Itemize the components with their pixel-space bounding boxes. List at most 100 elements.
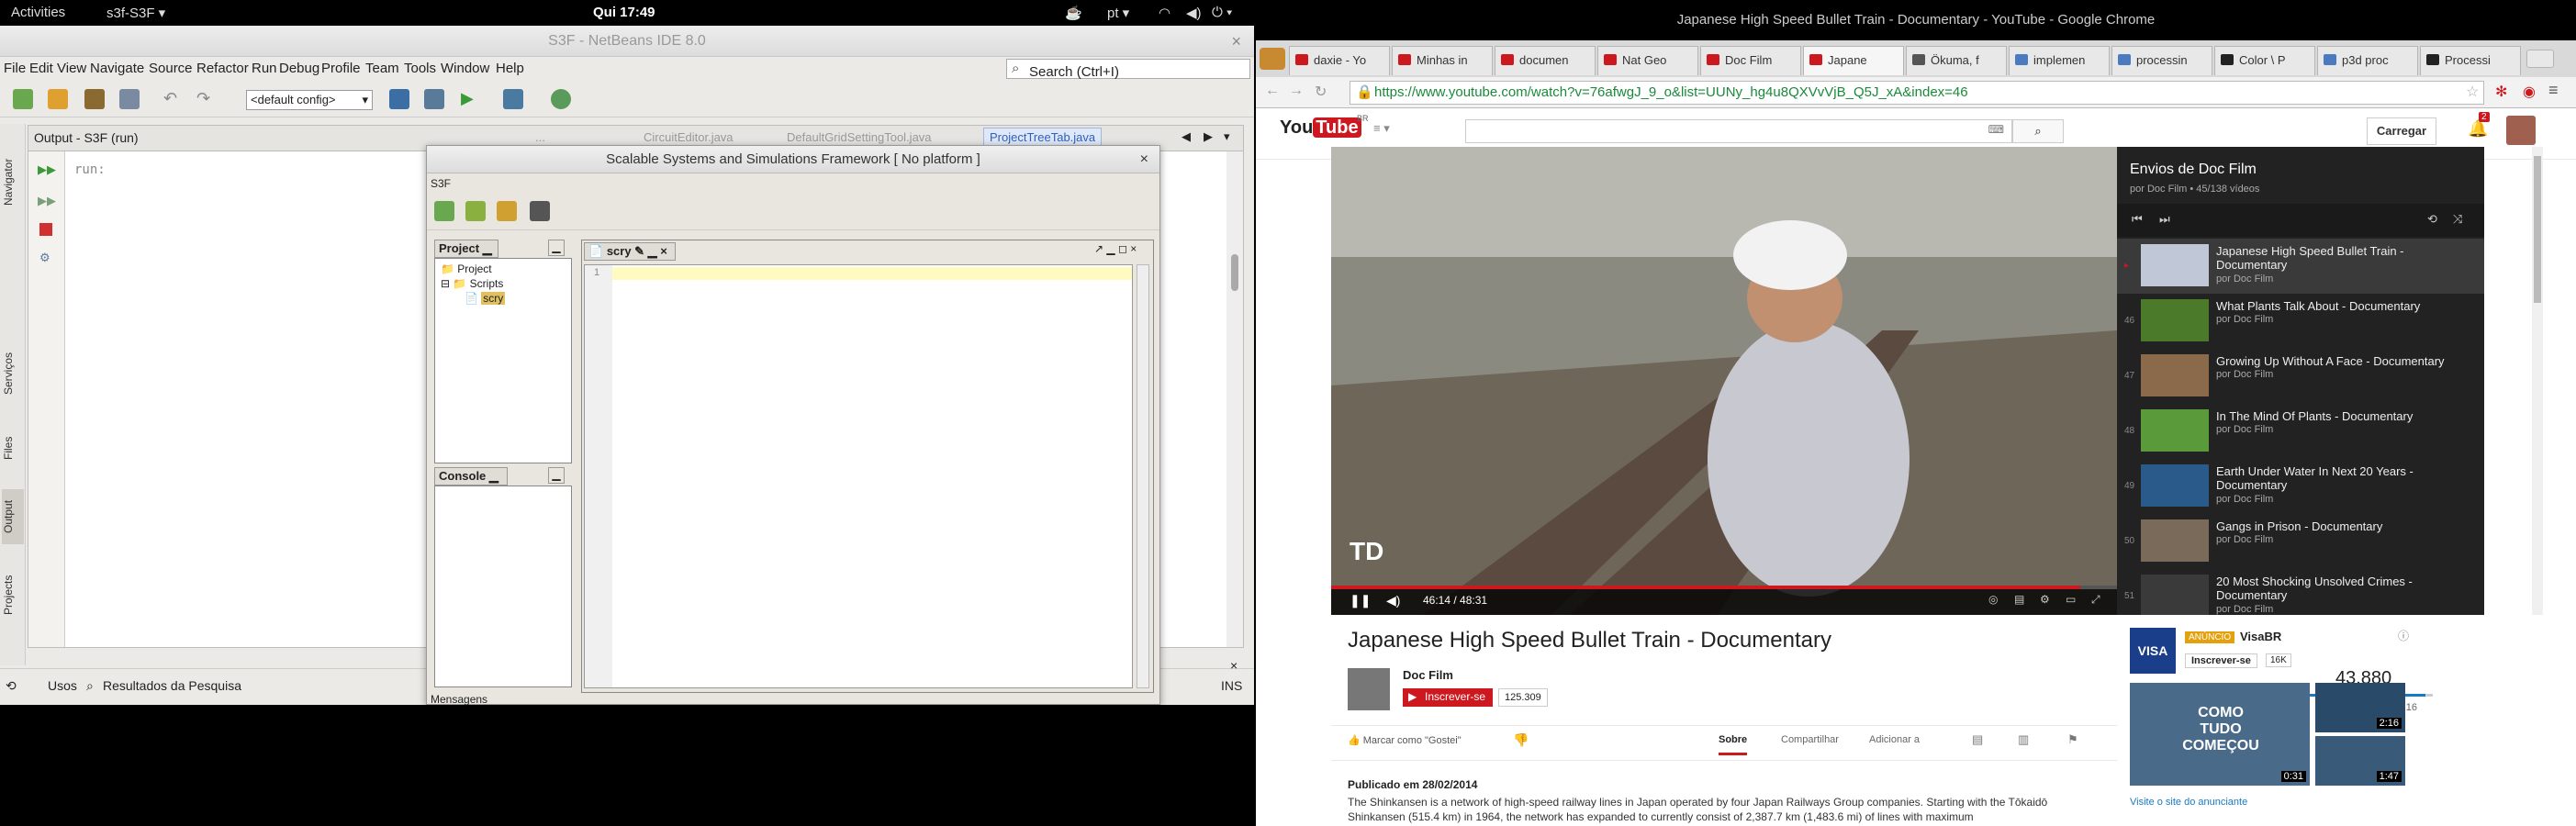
- output-scrollbar-thumb[interactable]: [1231, 254, 1238, 291]
- theater-mode-icon[interactable]: ▭: [2066, 593, 2076, 606]
- tab-share[interactable]: Compartilhar: [1781, 734, 1839, 745]
- tab-add-to[interactable]: Adicionar a: [1869, 734, 1920, 745]
- activities-button[interactable]: Activities: [11, 5, 65, 20]
- s3f-menu[interactable]: S3F: [431, 177, 451, 190]
- editor-window-controls[interactable]: ↗ ▁ ◻ ×: [1094, 242, 1137, 255]
- address-bar[interactable]: 🔒 https://www.youtube.com/watch?v=76afwg…: [1350, 81, 2484, 105]
- menu-navigate[interactable]: Navigate: [90, 61, 144, 76]
- browser-tab[interactable]: Doc Film: [1700, 46, 1801, 75]
- language-indicator[interactable]: pt ▾: [1107, 5, 1129, 21]
- minimize-icon[interactable]: ▁: [548, 240, 565, 256]
- forward-icon[interactable]: →: [1289, 83, 1304, 99]
- settings-icon[interactable]: ⚙: [2040, 593, 2050, 606]
- new-tab-button[interactable]: [2526, 50, 2554, 68]
- upload-button[interactable]: Carregar: [2367, 117, 2436, 145]
- close-icon[interactable]: ×: [1231, 26, 1241, 57]
- tab-services[interactable]: Serviços: [2, 337, 24, 410]
- messages-tab[interactable]: Mensagens: [431, 693, 487, 706]
- undo-icon[interactable]: ↶: [163, 89, 184, 109]
- yt-search-button[interactable]: ⌕: [2012, 119, 2064, 143]
- browser-tab[interactable]: implemen: [2009, 46, 2110, 75]
- back-icon[interactable]: ←: [1265, 83, 1280, 99]
- minimize-icon[interactable]: ▁: [548, 467, 565, 484]
- browser-tab-active[interactable]: Japane: [1803, 46, 1904, 75]
- extension-icon[interactable]: ✻: [2495, 83, 2507, 101]
- ad-logo[interactable]: VISA: [2130, 628, 2176, 674]
- browser-tab[interactable]: Minhas in: [1392, 46, 1493, 75]
- browser-tab[interactable]: Ökuma, f: [1906, 46, 2007, 75]
- tree-scripts[interactable]: ⊟ 📁 Scripts: [441, 277, 503, 290]
- browser-tab[interactable]: processin: [2111, 46, 2212, 75]
- menu-profile[interactable]: Profile: [321, 61, 361, 76]
- next-icon[interactable]: ⏭: [2159, 212, 2170, 227]
- info-icon[interactable]: ⓘ: [2398, 628, 2409, 643]
- reload-icon[interactable]: ↻: [1315, 83, 1327, 101]
- stop-icon[interactable]: [39, 223, 52, 236]
- tree-file-scry[interactable]: 📄 scry: [465, 292, 506, 305]
- search-results-tab[interactable]: Resultados da Pesquisa: [103, 678, 241, 693]
- previous-icon[interactable]: ⏮: [2132, 212, 2143, 227]
- dislike-icon[interactable]: 👎: [1513, 732, 1529, 748]
- run-icon[interactable]: ▶: [461, 89, 481, 109]
- playlist-item[interactable]: 51 20 Most Shocking Unsolved Crimes - Do…: [2117, 569, 2484, 615]
- output-tab-title[interactable]: Output - S3F (run): [34, 130, 139, 145]
- playlist-item[interactable]: ▸ Japanese High Speed Bullet Train - Doc…: [2117, 239, 2484, 294]
- usos-tab[interactable]: Usos: [48, 678, 77, 693]
- menu-edit[interactable]: Edit: [29, 61, 53, 76]
- playlist-item[interactable]: 48 In The Mind Of Plants - Documentary p…: [2117, 404, 2484, 459]
- browser-tab[interactable]: Nat Geo: [1597, 46, 1698, 75]
- new-folder-icon[interactable]: [465, 201, 486, 221]
- watch-later-icon[interactable]: ▤: [2014, 593, 2024, 606]
- new-icon[interactable]: [434, 201, 454, 221]
- profile-icon[interactable]: [551, 89, 571, 109]
- browser-tab[interactable]: Processi: [2420, 46, 2521, 75]
- ad-subscribe-button[interactable]: Inscrever-se: [2185, 653, 2257, 668]
- flag-icon[interactable]: ⚑: [2067, 732, 2078, 747]
- volume-icon[interactable]: ◀): [1386, 593, 1400, 608]
- clean-build-icon[interactable]: [424, 89, 444, 109]
- menu-debug[interactable]: Debug: [279, 61, 319, 76]
- channel-avatar[interactable]: [1348, 668, 1390, 710]
- browser-tab[interactable]: documen: [1495, 46, 1596, 75]
- annotations-icon[interactable]: ◎: [1988, 593, 1998, 606]
- yt-search-input[interactable]: ⌨: [1465, 119, 2012, 143]
- save-icon[interactable]: [530, 201, 550, 221]
- tab-projects[interactable]: Projects: [2, 563, 24, 627]
- page-scrollbar-thumb[interactable]: [2534, 156, 2541, 303]
- tab-about[interactable]: Sobre: [1719, 734, 1748, 755]
- menu-file[interactable]: File: [4, 61, 26, 76]
- open-icon[interactable]: [497, 201, 517, 221]
- playlist-item[interactable]: 46 What Plants Talk About - Documentary …: [2117, 294, 2484, 349]
- ad-channel-name[interactable]: VisaBR: [2240, 630, 2281, 643]
- ad-thumbnail-3[interactable]: 1:47: [2315, 736, 2405, 786]
- menu-run[interactable]: Run: [252, 61, 277, 76]
- tab-scroll-right-icon[interactable]: ▶: [1204, 129, 1213, 144]
- tab-list-icon[interactable]: ▾: [1224, 129, 1230, 144]
- page-scrollbar[interactable]: [2532, 147, 2543, 615]
- playlist-item[interactable]: 49 Earth Under Water In Next 20 Years - …: [2117, 459, 2484, 514]
- extension-icon-2[interactable]: ◉: [2523, 83, 2536, 101]
- loop-icon[interactable]: ⟲: [2427, 212, 2437, 227]
- clock[interactable]: Qui 17:49: [593, 5, 655, 20]
- editor-tab-1[interactable]: ...: [535, 130, 545, 144]
- browser-tab[interactable]: daxie - Yo: [1289, 46, 1390, 75]
- playlist-item[interactable]: 50 Gangs in Prison - Documentary por Doc…: [2117, 514, 2484, 569]
- save-all-icon[interactable]: [119, 89, 140, 109]
- volume-icon[interactable]: ◀): [1186, 5, 1202, 21]
- browser-tab[interactable]: Color \ P: [2214, 46, 2315, 75]
- browser-tab[interactable]: p3d proc: [2317, 46, 2418, 75]
- transcript-icon[interactable]: ▤: [1972, 732, 1983, 747]
- editor-tab-2[interactable]: CircuitEditor.java: [644, 130, 734, 144]
- close-panel-icon[interactable]: ×: [1230, 658, 1238, 673]
- notification-icon[interactable]: ⟲: [6, 678, 17, 694]
- bookmark-star-icon[interactable]: ☆: [2466, 83, 2479, 101]
- menu-help[interactable]: Help: [496, 61, 524, 76]
- like-button[interactable]: 👍 Marcar como "Gostei": [1348, 734, 1462, 746]
- guide-menu-icon[interactable]: ≡ ▾: [1373, 121, 1390, 136]
- keyboard-icon[interactable]: ⌨: [1988, 123, 2004, 136]
- new-file-icon[interactable]: [13, 89, 33, 109]
- rerun-icon[interactable]: ▶▶: [38, 162, 56, 177]
- wifi-icon[interactable]: ◠: [1159, 5, 1170, 21]
- tab-scroll-left-icon[interactable]: ◀: [1182, 129, 1191, 144]
- channel-name[interactable]: Doc Film: [1403, 668, 1453, 682]
